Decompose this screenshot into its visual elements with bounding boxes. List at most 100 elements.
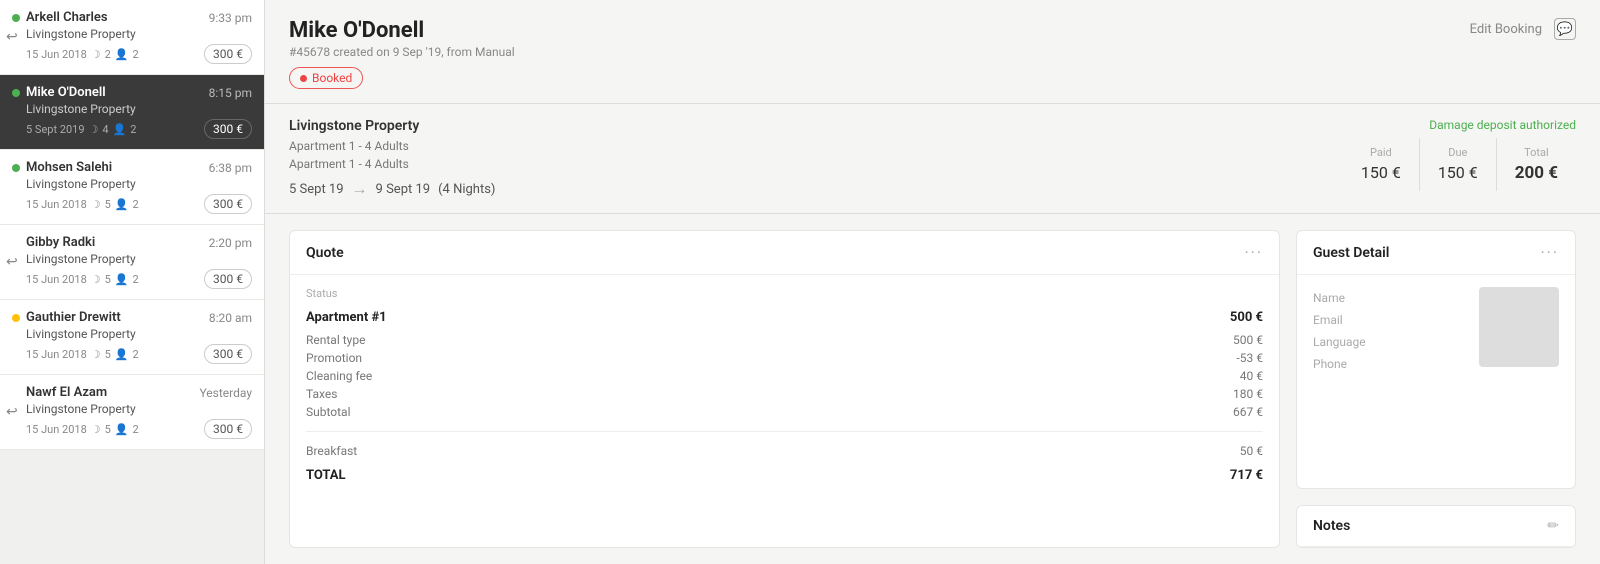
quote-section-amount: 500 €	[1230, 310, 1263, 325]
arrow-right-icon: →	[352, 179, 368, 199]
breakfast-label: Breakfast	[306, 444, 357, 458]
guest-language-field: Language	[1313, 331, 1467, 353]
booking-time: Yesterday	[199, 386, 252, 400]
booking-property: Livingstone Property	[12, 177, 252, 191]
status-dot	[12, 164, 20, 172]
edit-booking-button[interactable]: Edit Booking	[1470, 22, 1542, 37]
person-icon: 👤	[115, 348, 129, 361]
quote-row-label: Rental type	[306, 333, 365, 347]
notes-card: Notes ✏	[1296, 505, 1576, 548]
sidebar-guest-name: Gauthier Drewitt	[12, 310, 121, 325]
status-dot	[12, 389, 20, 397]
quote-row: Subtotal 667 €	[306, 403, 1263, 421]
booking-item[interactable]: Mohsen Salehi 6:38 pm Livingstone Proper…	[0, 150, 264, 225]
pencil-icon[interactable]: ✏	[1547, 518, 1559, 534]
quote-status-label: Status	[306, 287, 1263, 300]
booking-time: 9:33 pm	[209, 11, 252, 25]
status-dot	[12, 239, 20, 247]
booking-meta: 15 Jun 2018 5 👤 2	[26, 273, 139, 286]
person-icon: 👤	[115, 48, 129, 61]
status-dot	[12, 314, 20, 322]
booking-time: 8:20 am	[209, 311, 252, 325]
quote-divider	[306, 431, 1263, 432]
room-line1: Apartment 1 - 4 Adults	[289, 137, 495, 155]
due-label: Due	[1438, 146, 1478, 159]
paid-amount: 150 €	[1361, 163, 1401, 182]
property-info: Livingstone Property Apartment 1 - 4 Adu…	[289, 118, 495, 173]
price-badge: 300 €	[204, 44, 252, 64]
quote-row-value: 500 €	[1233, 333, 1263, 347]
quote-row-label: Cleaning fee	[306, 369, 372, 383]
breakfast-value: 50 €	[1240, 444, 1263, 458]
guest-menu-button[interactable]: ···	[1540, 243, 1559, 262]
moon-icon	[91, 423, 101, 436]
moon-icon	[91, 48, 101, 61]
booking-header: Mike O'Donell #45678 created on 9 Sep '1…	[265, 0, 1600, 104]
booking-item[interactable]: Gauthier Drewitt 8:20 am Livingstone Pro…	[0, 300, 264, 375]
sidebar-guest-name: Mike O'Donell	[12, 85, 106, 100]
quote-card: Quote ··· Status Apartment #1 500 € Rent…	[289, 230, 1280, 548]
sidebar-guest-name: Nawf El Azam	[12, 385, 107, 400]
booking-property: Livingstone Property	[12, 27, 252, 41]
paid-column: Paid 150 €	[1343, 138, 1419, 191]
quote-row: Rental type 500 €	[306, 331, 1263, 349]
total-row-label: TOTAL	[306, 468, 346, 483]
quote-section-title: Apartment #1 500 €	[306, 310, 1263, 325]
quote-row-value: 40 €	[1240, 369, 1263, 383]
due-amount: 150 €	[1438, 163, 1478, 182]
quote-title: Quote	[306, 245, 344, 261]
notes-header: Notes ✏	[1297, 506, 1575, 547]
price-badge: 300 €	[204, 119, 252, 139]
total-label: Total	[1515, 146, 1558, 159]
booking-item[interactable]: ↩ Gibby Radki 2:20 pm Livingstone Proper…	[0, 225, 264, 300]
guest-name-field: Name	[1313, 287, 1467, 309]
status-dot	[12, 14, 20, 22]
quote-row-value: 180 €	[1233, 387, 1263, 401]
return-icon: ↩	[6, 29, 18, 45]
quote-row: Taxes 180 €	[306, 385, 1263, 403]
price-columns: Paid 150 € Due 150 € Total 200 €	[1343, 138, 1576, 191]
room-line2: Apartment 1 - 4 Adults	[289, 155, 495, 173]
nights-label: (4 Nights)	[438, 182, 495, 197]
total-amount: 200 €	[1515, 163, 1558, 183]
moon-icon	[89, 123, 99, 136]
quote-rows: Rental type 500 € Promotion -53 € Cleani…	[306, 331, 1263, 421]
quote-row-value: -53 €	[1236, 351, 1263, 365]
moon-icon	[91, 348, 101, 361]
quote-row-label: Taxes	[306, 387, 337, 401]
cards-area: Quote ··· Status Apartment #1 500 € Rent…	[265, 214, 1600, 564]
person-icon: 👤	[115, 273, 129, 286]
status-label: Booked	[312, 71, 352, 85]
sidebar-guest-name: Mohsen Salehi	[12, 160, 112, 175]
chat-icon[interactable]: 💬	[1554, 18, 1576, 40]
booking-item[interactable]: ↩ Arkell Charles 9:33 pm Livingstone Pro…	[0, 0, 264, 75]
price-badge: 300 €	[204, 194, 252, 214]
person-icon: 👤	[113, 123, 127, 136]
booking-item[interactable]: Mike O'Donell 8:15 pm Livingstone Proper…	[0, 75, 264, 150]
booking-details-row: Livingstone Property Apartment 1 - 4 Adu…	[265, 104, 1600, 214]
pricing-summary-block: Damage deposit authorized Paid 150 € Due…	[1343, 118, 1576, 191]
booking-time: 6:38 pm	[209, 161, 252, 175]
quote-menu-button[interactable]: ···	[1244, 243, 1263, 262]
quote-row-label: Subtotal	[306, 405, 351, 419]
header-actions: Edit Booking 💬	[1470, 18, 1576, 40]
damage-deposit: Damage deposit authorized	[1343, 118, 1576, 132]
price-badge: 300 €	[204, 419, 252, 439]
guest-detail-title: Guest Detail	[1313, 245, 1389, 261]
guest-name: Mike O'Donell	[289, 18, 515, 43]
quote-total-row: TOTAL 717 €	[306, 466, 1263, 485]
status-dot	[300, 75, 307, 82]
property-name: Livingstone Property	[289, 118, 495, 134]
notes-title: Notes	[1313, 518, 1350, 534]
quote-row: Promotion -53 €	[306, 349, 1263, 367]
guest-card-body: Name Email Language Phone	[1297, 275, 1575, 387]
quote-row-value: 667 €	[1233, 405, 1263, 419]
person-icon: 👤	[115, 198, 129, 211]
booking-item[interactable]: ↩ Nawf El Azam Yesterday Livingstone Pro…	[0, 375, 264, 450]
dates-row: 5 Sept 19 → 9 Sept 19 (4 Nights)	[289, 179, 495, 199]
total-row-value: 717 €	[1230, 468, 1263, 483]
total-column: Total 200 €	[1496, 138, 1576, 191]
quote-card-header: Quote ···	[290, 231, 1279, 275]
booking-meta: 5 Sept 2019 4 👤 2	[26, 123, 136, 136]
guest-card-header: Guest Detail ···	[1297, 231, 1575, 275]
